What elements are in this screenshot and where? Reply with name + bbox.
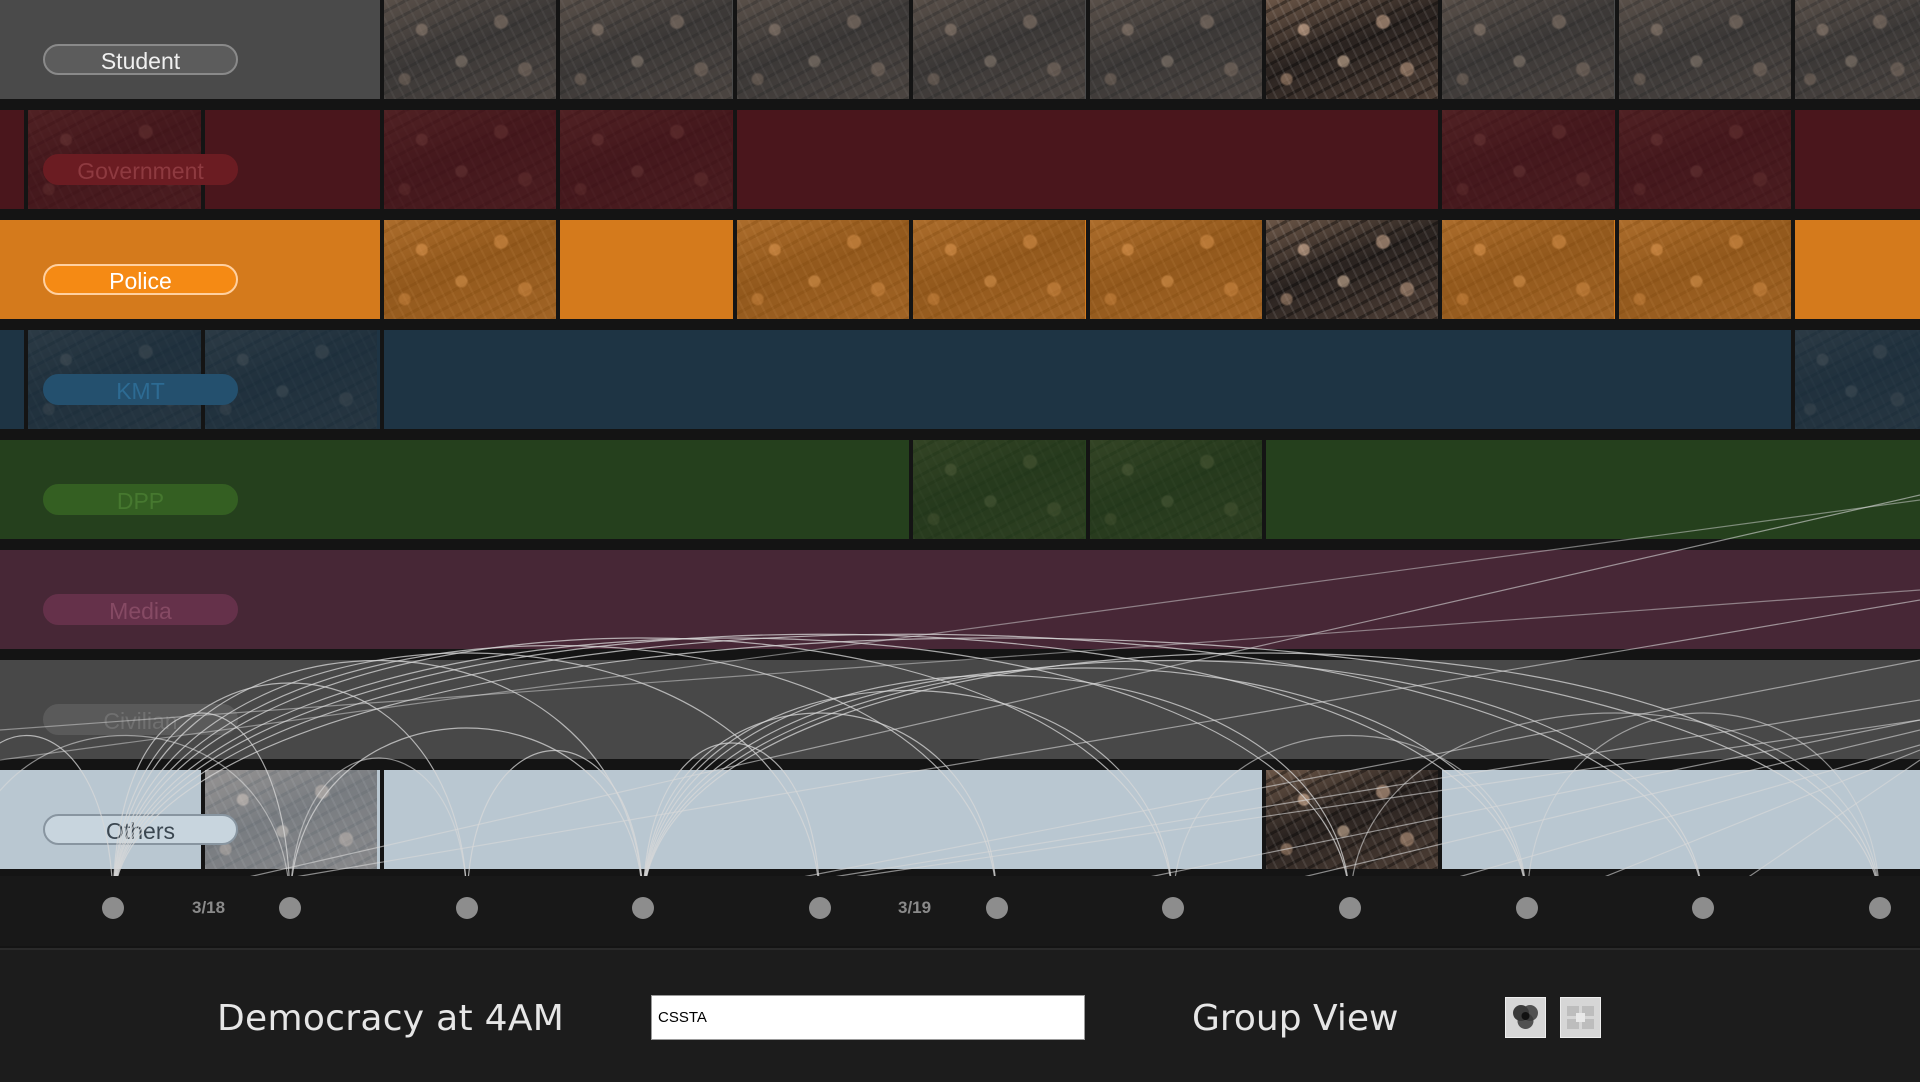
group-toggle-government[interactable]: Government bbox=[43, 154, 238, 185]
tile-divider bbox=[1262, 220, 1266, 319]
group-view-button[interactable] bbox=[1505, 997, 1546, 1038]
timeline-node[interactable] bbox=[1162, 897, 1184, 919]
event-thumbnail[interactable] bbox=[1619, 110, 1791, 209]
event-thumbnail[interactable] bbox=[1266, 770, 1438, 869]
group-timeline: Student Government Police KMT DPP Media Civili… bbox=[0, 0, 1920, 876]
timeline-node[interactable] bbox=[1339, 897, 1361, 919]
event-thumbnail[interactable] bbox=[737, 0, 909, 99]
event-thumbnail[interactable] bbox=[913, 220, 1085, 319]
app-title: Democracy at 4AM bbox=[217, 998, 565, 1039]
tile-divider bbox=[1438, 770, 1442, 869]
footer-bar: Democracy at 4AM Group View bbox=[0, 948, 1920, 1082]
tile-divider bbox=[556, 220, 560, 319]
event-thumbnail[interactable] bbox=[384, 220, 556, 319]
group-row-police: Police bbox=[0, 220, 1920, 319]
tile-divider bbox=[1615, 0, 1619, 99]
event-thumbnail[interactable] bbox=[1619, 220, 1791, 319]
timeline-node[interactable] bbox=[279, 897, 301, 919]
group-toggle-student[interactable]: Student bbox=[43, 44, 238, 75]
group-toggle-kmt[interactable]: KMT bbox=[43, 374, 238, 405]
timeline-node[interactable] bbox=[809, 897, 831, 919]
group-row-kmt: KMT bbox=[0, 330, 1920, 429]
view-mode-label: Group View bbox=[1192, 998, 1399, 1039]
event-thumbnail[interactable] bbox=[913, 440, 1085, 539]
tile-divider bbox=[380, 770, 384, 869]
tile-divider bbox=[909, 220, 913, 319]
tile-divider bbox=[1438, 220, 1442, 319]
tile-divider bbox=[556, 110, 560, 209]
timeline-node[interactable] bbox=[1692, 897, 1714, 919]
timeline-node[interactable] bbox=[986, 897, 1008, 919]
tile-divider bbox=[1791, 330, 1795, 429]
event-thumbnail[interactable] bbox=[560, 110, 732, 209]
event-thumbnail[interactable] bbox=[1090, 0, 1262, 99]
tile-divider bbox=[24, 110, 28, 209]
event-thumbnail[interactable] bbox=[1442, 0, 1614, 99]
timeline-node[interactable] bbox=[1516, 897, 1538, 919]
timeline-node[interactable] bbox=[456, 897, 478, 919]
event-thumbnail[interactable] bbox=[1442, 220, 1614, 319]
group-toggle-dpp[interactable]: DPP bbox=[43, 484, 238, 515]
group-row-media: Media bbox=[0, 550, 1920, 649]
group-toggle-police[interactable]: Police bbox=[43, 264, 238, 295]
event-thumbnail[interactable] bbox=[1090, 440, 1262, 539]
tile-divider bbox=[1791, 110, 1795, 209]
event-thumbnail[interactable] bbox=[737, 220, 909, 319]
tile-divider bbox=[909, 0, 913, 99]
tile-divider bbox=[556, 0, 560, 99]
tile-divider bbox=[1086, 0, 1090, 99]
tile-divider bbox=[24, 330, 28, 429]
tile-divider bbox=[1791, 0, 1795, 99]
tile-divider bbox=[380, 0, 384, 99]
tile-divider bbox=[380, 110, 384, 209]
group-row-others: Others bbox=[0, 770, 1920, 869]
timeline-node[interactable] bbox=[632, 897, 654, 919]
tile-divider bbox=[733, 110, 737, 209]
timeline-node[interactable] bbox=[102, 897, 124, 919]
tile-divider bbox=[1262, 440, 1266, 539]
event-thumbnail[interactable] bbox=[1266, 220, 1438, 319]
tile-divider bbox=[380, 330, 384, 429]
event-thumbnail[interactable] bbox=[1442, 110, 1614, 209]
event-thumbnail[interactable] bbox=[1266, 0, 1438, 99]
tile-divider bbox=[1438, 0, 1442, 99]
event-thumbnail[interactable] bbox=[1090, 220, 1262, 319]
group-toggle-media[interactable]: Media bbox=[43, 594, 238, 625]
timeline-date-label: 3/19 bbox=[898, 898, 932, 917]
timeline-date-label: 3/18 bbox=[192, 898, 226, 917]
event-thumbnail[interactable] bbox=[1619, 0, 1791, 99]
group-row-civilian: Civilian bbox=[0, 660, 1920, 759]
group-row-dpp: DPP bbox=[0, 440, 1920, 539]
tile-divider bbox=[909, 440, 913, 539]
tile-divider bbox=[1615, 220, 1619, 319]
tile-divider bbox=[733, 220, 737, 319]
timeline-axis: 3/18 3/19 bbox=[0, 876, 1920, 946]
tile-divider bbox=[1086, 220, 1090, 319]
tile-divider bbox=[380, 220, 384, 319]
group-view-icon bbox=[1513, 1005, 1538, 1029]
timeline-node[interactable] bbox=[1869, 897, 1891, 919]
timeline-view-button[interactable] bbox=[1560, 997, 1601, 1038]
tile-divider bbox=[1791, 220, 1795, 319]
tile-divider bbox=[1262, 770, 1266, 869]
tile-divider bbox=[1615, 110, 1619, 209]
group-row-student: Student bbox=[0, 0, 1920, 99]
event-thumbnail[interactable] bbox=[384, 110, 556, 209]
timeline-view-icon bbox=[1567, 1006, 1594, 1029]
tile-divider bbox=[1438, 110, 1442, 209]
event-thumbnail[interactable] bbox=[560, 0, 732, 99]
event-thumbnail[interactable] bbox=[913, 0, 1085, 99]
group-toggle-civilian[interactable]: Civilian bbox=[43, 704, 238, 735]
tile-divider bbox=[733, 0, 737, 99]
event-thumbnail[interactable] bbox=[1795, 0, 1920, 99]
tile-divider bbox=[1262, 0, 1266, 99]
group-row-government: Government bbox=[0, 110, 1920, 209]
tile-divider bbox=[1086, 440, 1090, 539]
search-input[interactable] bbox=[651, 995, 1085, 1040]
event-thumbnail[interactable] bbox=[384, 0, 556, 99]
event-thumbnail[interactable] bbox=[1795, 330, 1920, 429]
group-toggle-others[interactable]: Others bbox=[43, 814, 238, 845]
